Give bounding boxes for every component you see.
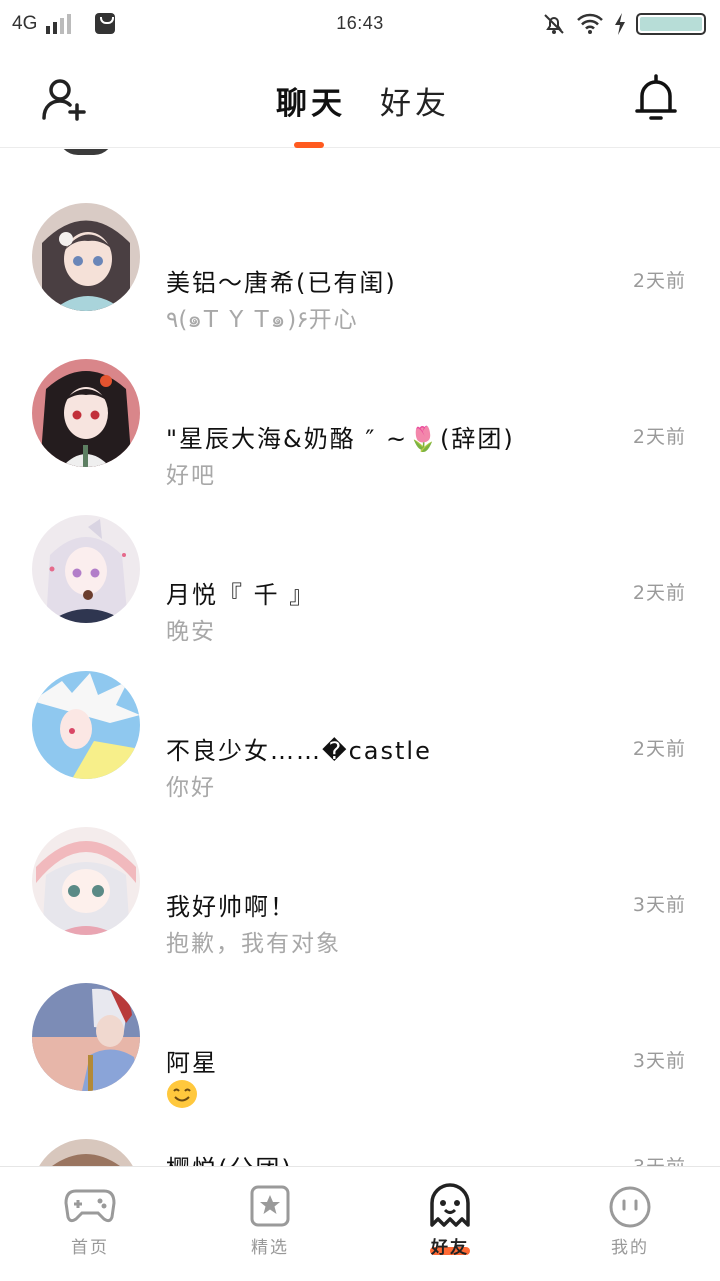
bottom-nav: 首页 精选 好友 我的 [0, 1166, 720, 1280]
ghost-icon [430, 1183, 470, 1227]
chat-row[interactable]: 阿星 3天前 [0, 979, 720, 1135]
chat-row[interactable]: 樱悦(分团) 3天前 [0, 1135, 720, 1166]
chat-row[interactable]: "星辰大海&奶酪 ″ ~🌷(辞团) 好吧 2天前 [0, 355, 720, 511]
nav-me[interactable]: 我的 [540, 1167, 720, 1281]
tab-chat[interactable]: 聊天 [276, 78, 346, 123]
smile-emoji-icon [167, 1080, 197, 1108]
contact-name: 美铝～唐希(已有闺) [166, 269, 397, 297]
chat-row[interactable]: 不良少女……�castle 你好 2天前 [0, 667, 720, 823]
chat-row[interactable]: 我好帅啊！ 抱歉，我有对象 3天前 [0, 823, 720, 979]
avatar[interactable] [32, 359, 140, 467]
status-bar: 4G 16:43 [0, 0, 720, 48]
message-time: 3天前 [632, 1050, 686, 1072]
mute-bell-icon [544, 14, 564, 34]
avatar[interactable] [32, 983, 140, 1091]
contact-name: 我好帅啊！ [166, 893, 296, 921]
avatar[interactable] [32, 1139, 140, 1166]
nav-home[interactable]: 首页 [0, 1167, 180, 1281]
last-message: 晚安 [166, 619, 216, 645]
face-icon [609, 1186, 651, 1228]
notification-bell-icon[interactable] [633, 74, 679, 122]
avatar[interactable] [32, 203, 140, 311]
battery-icon [636, 13, 706, 35]
message-time: 3天前 [632, 894, 686, 916]
contact-name: 阿星 [166, 1049, 218, 1077]
contact-name: "星辰大海&奶酪 ″ ~🌷(辞团) [166, 425, 515, 453]
nav-label: 首页 [71, 1238, 109, 1258]
nav-label: 我的 [611, 1238, 649, 1258]
wifi-icon [577, 13, 603, 34]
chat-row[interactable]: 月悦『 千 』 晚安 2天前 [0, 511, 720, 667]
active-tab-indicator [294, 142, 324, 148]
contact-name: 月悦『 千 』 [166, 581, 316, 609]
message-time: 3天前 [633, 1152, 686, 1166]
last-message: ٩(๑T Y T๑)۶开心 [166, 307, 359, 333]
nav-featured[interactable]: 精选 [180, 1167, 360, 1281]
nav-label: 好友 [431, 1238, 469, 1258]
avatar[interactable] [32, 515, 140, 623]
gamepad-icon [64, 1189, 116, 1223]
contact-name: 樱悦(分团) [166, 1149, 293, 1166]
star-card-icon [250, 1185, 290, 1227]
message-time: 2天前 [632, 738, 686, 760]
tab-friends[interactable]: 好友 [380, 78, 450, 123]
message-time: 2天前 [632, 270, 686, 292]
nav-friends[interactable]: 好友 [360, 1167, 540, 1281]
chat-row[interactable]: 美铝～唐希(已有闺) ٩(๑T Y T๑)۶开心 2天前 [0, 199, 720, 355]
charging-icon [615, 13, 625, 35]
message-time: 2天前 [632, 582, 686, 604]
message-time: 2天前 [632, 426, 686, 448]
header-tabs: 聊天 好友 [0, 48, 720, 148]
app-header: 聊天 好友 [0, 48, 720, 148]
last-message: 好吧 [166, 463, 216, 489]
chat-list[interactable]: 美铝～唐希(已有闺) ٩(๑T Y T๑)۶开心 2天前 "星辰大海&奶酪 ″ … [0, 149, 720, 1166]
clipped-avatar [58, 149, 114, 155]
nav-label: 精选 [251, 1238, 289, 1258]
avatar[interactable] [32, 671, 140, 779]
contact-name: 不良少女……�castle [166, 737, 432, 765]
last-message: 你好 [166, 775, 216, 801]
avatar[interactable] [32, 827, 140, 935]
last-message: 抱歉，我有对象 [166, 931, 341, 957]
